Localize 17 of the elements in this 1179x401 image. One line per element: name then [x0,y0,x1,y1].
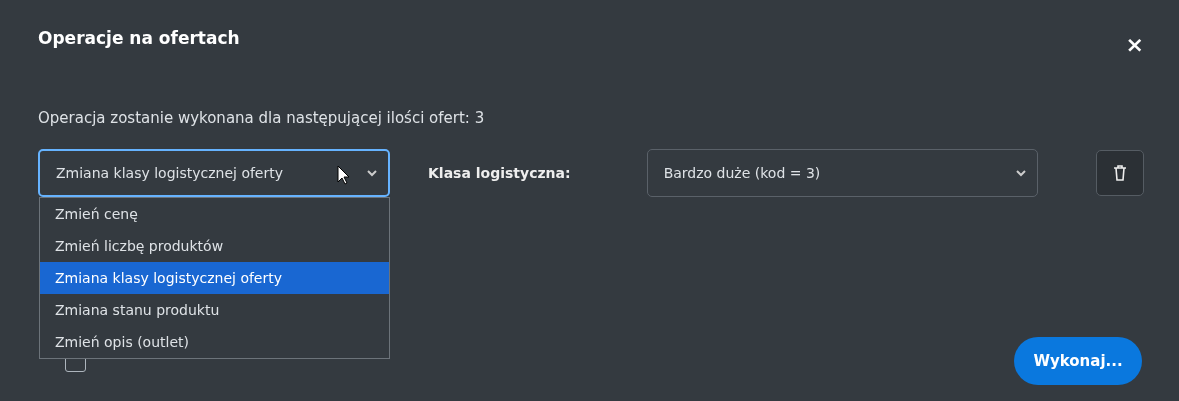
mouse-cursor-icon [337,165,350,185]
dialog-title: Operacje na ofertach [38,27,240,48]
dropdown-option[interactable]: Zmień cenę [40,198,389,230]
trash-icon [1113,165,1127,181]
class-select[interactable]: Bardzo duże (kod = 3) [646,149,1039,197]
execute-button[interactable]: Wykonaj... [1014,337,1142,385]
operation-select[interactable]: Zmiana klasy logistycznej oferty [38,149,390,197]
chevron-icon [366,169,378,177]
summary-text: Operacja zostanie wykonana dla następującej ilości ofert: 3 [38,109,486,127]
close-button[interactable]: × [1125,32,1144,57]
delete-button[interactable] [1096,150,1144,196]
field-label: Klasa logistyczna: [428,165,572,181]
dropdown-option[interactable]: Zmień opis (outlet) [40,326,389,358]
dropdown-option[interactable]: Zmiana stanu produktu [40,294,389,326]
chevron-icon [1015,169,1028,177]
dropdown-option[interactable]: Zmiana klasy logistycznej oferty [40,262,389,294]
dropdown-option[interactable]: Zmień liczbę produktów [40,230,389,262]
